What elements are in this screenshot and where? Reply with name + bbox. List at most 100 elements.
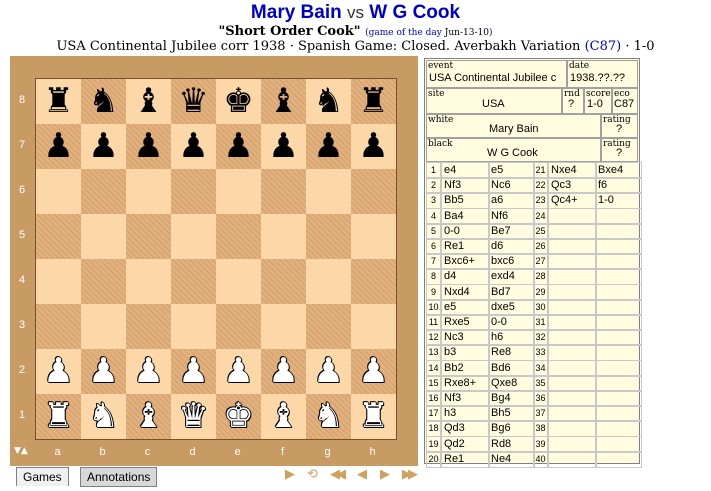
board-square[interactable] — [126, 169, 171, 214]
black-player-link[interactable]: W G Cook — [369, 2, 460, 23]
black-move[interactable] — [595, 450, 642, 468]
white-label: white — [428, 115, 454, 125]
vs-label: vs — [347, 3, 365, 22]
board-square[interactable] — [81, 214, 126, 259]
white-pawn-icon[interactable]: ♟ — [216, 349, 261, 394]
board-square[interactable] — [306, 214, 351, 259]
board-square[interactable] — [171, 259, 216, 304]
board-square[interactable] — [351, 169, 396, 214]
board-square[interactable] — [126, 214, 171, 259]
board-square[interactable] — [126, 304, 171, 349]
board-square[interactable] — [216, 259, 261, 304]
black-pawn-icon[interactable]: ♟ — [306, 124, 351, 169]
black-pawn-icon[interactable]: ♟ — [351, 124, 396, 169]
last-move-icon[interactable]: ▶▶ — [402, 467, 418, 482]
board-square[interactable] — [306, 259, 351, 304]
game-title: Mary Bain vs W G Cook — [0, 2, 711, 24]
first-move-icon[interactable]: ◀◀ — [330, 467, 346, 482]
white-rating-cell: rating ? — [601, 114, 638, 138]
file-label: g — [324, 446, 331, 458]
black-pawn-icon[interactable]: ♟ — [36, 124, 81, 169]
black-pawn-icon[interactable]: ♟ — [171, 124, 216, 169]
white-queen-icon[interactable]: ♛ — [171, 394, 216, 439]
board-square[interactable] — [216, 169, 261, 214]
white-move[interactable] — [548, 450, 597, 468]
board-square[interactable] — [36, 169, 81, 214]
play-icon[interactable]: ▶ — [285, 467, 295, 482]
white-pawn-icon[interactable]: ♟ — [36, 349, 81, 394]
board-square[interactable] — [36, 214, 81, 259]
file-label: f — [280, 446, 285, 458]
black-pawn-icon[interactable]: ♟ — [216, 124, 261, 169]
white-knight-icon[interactable]: ♞ — [306, 394, 351, 439]
board-square[interactable] — [216, 304, 261, 349]
white-pawn-icon[interactable]: ♟ — [126, 349, 171, 394]
board-square[interactable] — [261, 304, 306, 349]
tab-games[interactable]: Games — [16, 467, 69, 486]
black-king-icon[interactable]: ♚ — [216, 79, 261, 124]
black-bishop-icon[interactable]: ♝ — [126, 79, 171, 124]
white-bishop-icon[interactable]: ♝ — [261, 394, 306, 439]
board-square[interactable] — [126, 259, 171, 304]
eco-link[interactable]: (C87) — [585, 39, 622, 54]
board-square[interactable] — [306, 169, 351, 214]
board-square[interactable] — [351, 259, 396, 304]
black-bishop-icon[interactable]: ♝ — [261, 79, 306, 124]
white-king-icon[interactable]: ♚ — [216, 394, 261, 439]
next-move-icon[interactable]: ▶ — [380, 467, 390, 482]
rank-label: 8 — [18, 94, 26, 106]
white-pawn-icon[interactable]: ♟ — [171, 349, 216, 394]
gotd-link[interactable]: game of the day — [369, 28, 442, 38]
board-square[interactable] — [81, 169, 126, 214]
event-cell: event USA Continental Jubilee c — [426, 60, 567, 88]
file-label: a — [54, 446, 61, 458]
board-square[interactable] — [171, 214, 216, 259]
event-value: USA Continental Jubilee c — [429, 72, 557, 84]
black-knight-icon[interactable]: ♞ — [306, 79, 351, 124]
board-square[interactable] — [36, 304, 81, 349]
board-square[interactable] — [261, 259, 306, 304]
black-pawn-icon[interactable]: ♟ — [81, 124, 126, 169]
event-line: USA Continental Jubilee corr 1938 · Span… — [0, 39, 711, 54]
board-square[interactable] — [171, 169, 216, 214]
white-pawn-icon[interactable]: ♟ — [351, 349, 396, 394]
black-rating-cell: rating ? — [601, 138, 638, 162]
white-pawn-icon[interactable]: ♟ — [306, 349, 351, 394]
event-opening-text: USA Continental Jubilee corr 1938 · Span… — [56, 39, 581, 54]
white-bishop-icon[interactable]: ♝ — [126, 394, 171, 439]
black-rook-icon[interactable]: ♜ — [36, 79, 81, 124]
board-square[interactable] — [216, 214, 261, 259]
white-pawn-icon[interactable]: ♟ — [261, 349, 306, 394]
file-label: c — [144, 446, 151, 458]
black-value: W G Cook — [487, 147, 538, 159]
board-square[interactable] — [261, 214, 306, 259]
date-value: 1938.??.?? — [570, 72, 626, 84]
tab-annotations[interactable]: Annotations — [80, 467, 158, 487]
board-square[interactable] — [171, 304, 216, 349]
board-square[interactable] — [36, 259, 81, 304]
prev-move-icon[interactable]: ◀ — [357, 467, 367, 482]
board-square[interactable] — [306, 304, 351, 349]
white-player-link[interactable]: Mary Bain — [251, 2, 342, 23]
game-nickname: "Short Order Cook" (game of the day Jun-… — [218, 24, 493, 39]
board-square[interactable] — [351, 304, 396, 349]
black-pawn-icon[interactable]: ♟ — [261, 124, 306, 169]
black-pawn-icon[interactable]: ♟ — [126, 124, 171, 169]
white-knight-icon[interactable]: ♞ — [81, 394, 126, 439]
board-square[interactable] — [351, 214, 396, 259]
white-value: Mary Bain — [489, 123, 539, 135]
white-move[interactable]: Re1 — [441, 450, 490, 468]
board-square[interactable] — [81, 304, 126, 349]
white-pawn-icon[interactable]: ♟ — [81, 349, 126, 394]
chess-board[interactable]: ♜ ♞ ♝ ♛ ♚ ♝ ♞ ♜ ♟ ♟ ♟ ♟ ♟ ♟ ♟ ♟ ♟ ♟ ♟ ♟ ♟ ♟ ♟ ♟ ♜ ♞ ♝ ♛ ♚ ♝ ♞ ♜ — [35, 78, 397, 440]
black-knight-icon[interactable]: ♞ — [81, 79, 126, 124]
board-square[interactable] — [81, 259, 126, 304]
flip-board-icon[interactable]: ▼▲ — [14, 446, 28, 456]
white-rook-icon[interactable]: ♜ — [36, 394, 81, 439]
white-rook-icon[interactable]: ♜ — [351, 394, 396, 439]
black-queen-icon[interactable]: ♛ — [171, 79, 216, 124]
black-rook-icon[interactable]: ♜ — [351, 79, 396, 124]
board-square[interactable] — [261, 169, 306, 214]
loop-icon[interactable]: ⟲ — [307, 467, 318, 482]
black-move[interactable]: Ne4 — [488, 450, 535, 468]
